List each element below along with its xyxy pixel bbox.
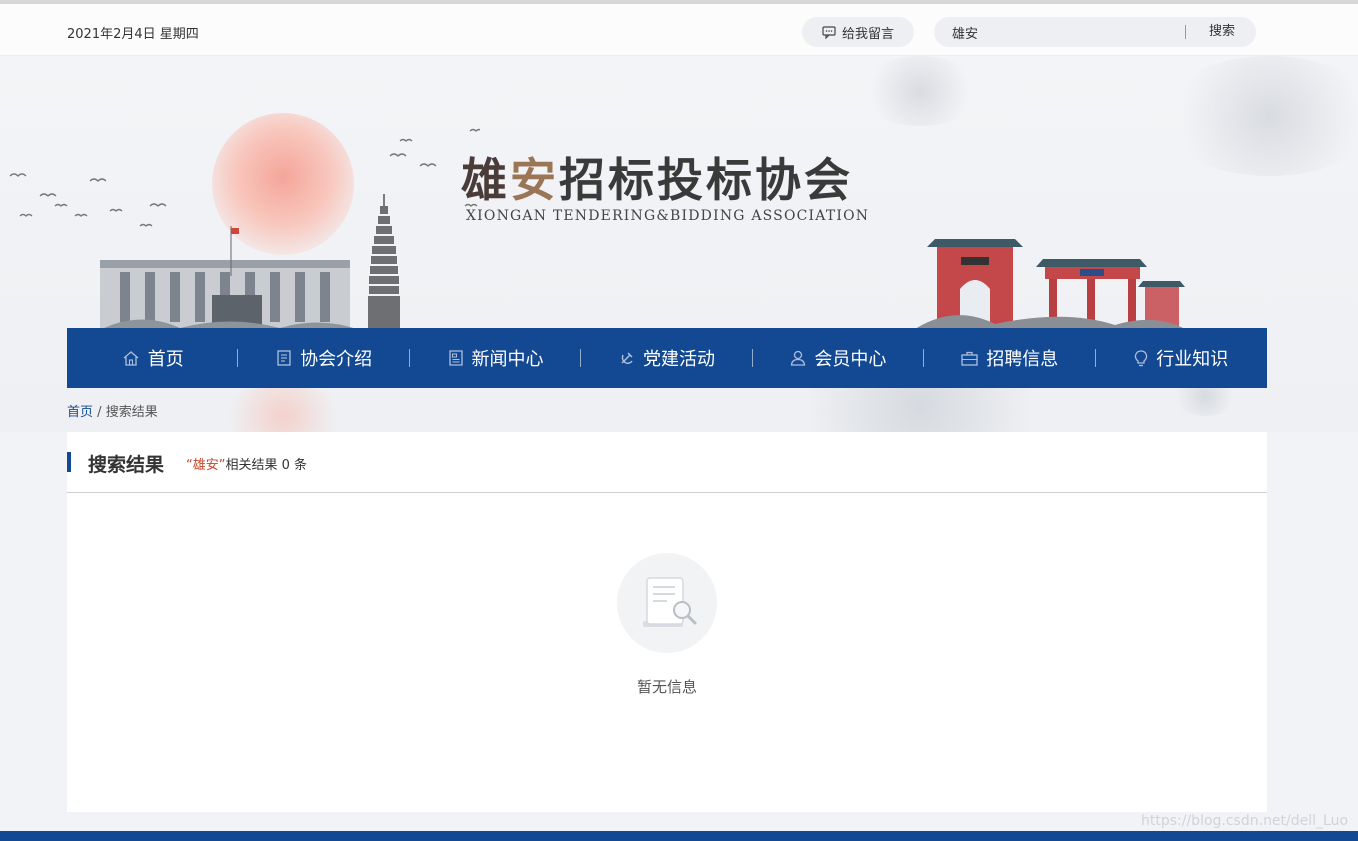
nav-item-label: 行业知识 xyxy=(1156,349,1229,370)
message-icon xyxy=(822,25,836,39)
nav-item-label: 会员中心 xyxy=(814,349,887,370)
nav-item-home[interactable]: 首页 xyxy=(67,328,239,388)
results-header: 搜索结果 “雄安”相关结果 0 条 xyxy=(67,432,1267,493)
search-keyword: “雄安” xyxy=(186,458,226,473)
ink-cloud-decoration xyxy=(1160,56,1358,176)
nav-item-label: 协会介绍 xyxy=(300,349,373,370)
nav-item-jobs[interactable]: 招聘信息 xyxy=(924,328,1096,388)
logo-text-rest: 招标投标协会 xyxy=(559,153,853,207)
document-icon xyxy=(277,350,291,366)
sun-reflection-decoration xyxy=(212,386,354,432)
briefcase-icon xyxy=(961,351,978,366)
ink-cloud-decoration xyxy=(860,56,980,126)
leave-message-button[interactable]: 给我留言 xyxy=(802,17,914,47)
search-box: 搜索 xyxy=(934,17,1256,47)
logo-char-an: 安 xyxy=(510,153,559,207)
nav-item-label: 首页 xyxy=(147,349,184,370)
watermark-text: https://blog.csdn.net/dell_Luo xyxy=(1141,813,1349,829)
search-button[interactable]: 搜索 xyxy=(1196,17,1248,47)
results-count: 相关结果 0 条 xyxy=(225,458,308,473)
top-bar: 2021年2月4日 星期四 给我留言 搜索 xyxy=(0,4,1358,56)
lightbulb-icon xyxy=(1135,349,1148,366)
nav-item-party[interactable]: 党建活动 xyxy=(581,328,753,388)
empty-state-text: 暂无信息 xyxy=(636,678,697,696)
user-icon xyxy=(791,350,806,366)
nav-item-knowledge[interactable]: 行业知识 xyxy=(1096,328,1267,388)
title-accent-bar xyxy=(67,452,71,472)
results-title: 搜索结果 xyxy=(88,454,165,476)
nav-item-about[interactable]: 协会介绍 xyxy=(238,328,410,388)
leave-message-label: 给我留言 xyxy=(841,26,894,42)
flag-icon xyxy=(230,226,239,276)
footer-bar xyxy=(0,831,1358,841)
search-input[interactable] xyxy=(950,17,1180,47)
nav-item-label: 新闻中心 xyxy=(471,349,544,370)
nav-item-label: 招聘信息 xyxy=(986,349,1059,370)
news-icon xyxy=(448,350,463,366)
party-emblem-icon xyxy=(621,352,633,364)
main-nav: 首页 协会介绍 新闻中心 党建活动 会员中心 招聘信息 行业知识 xyxy=(67,328,1267,388)
site-logo-english: XIONGAN TENDERING&BIDDING ASSOCIATION xyxy=(466,208,870,224)
current-date: 2021年2月4日 星期四 xyxy=(67,27,199,42)
home-icon xyxy=(123,351,139,366)
empty-state-icon xyxy=(617,553,717,653)
nav-item-news[interactable]: 新闻中心 xyxy=(410,328,582,388)
breadcrumb-home-link[interactable]: 首页 xyxy=(67,405,93,420)
nav-item-label: 党建活动 xyxy=(642,349,715,370)
search-results-panel: 搜索结果 “雄安”相关结果 0 条 暂无信息 xyxy=(67,432,1267,812)
breadcrumb-current: 搜索结果 xyxy=(105,405,158,420)
nav-item-members[interactable]: 会员中心 xyxy=(753,328,925,388)
no-document-search-icon xyxy=(643,577,697,627)
pagoda-illustration xyxy=(368,194,400,329)
logo-char-xiong: 雄 xyxy=(461,153,510,207)
results-summary: “雄安”相关结果 0 条 xyxy=(186,454,307,473)
breadcrumb: 首页 / 搜索结果 xyxy=(67,401,158,420)
archway-gate-illustration xyxy=(915,239,1185,329)
breadcrumb-separator: / xyxy=(97,405,102,420)
search-divider xyxy=(1185,25,1186,39)
site-logo-chinese[interactable]: 雄安招标投标协会 xyxy=(461,144,853,210)
